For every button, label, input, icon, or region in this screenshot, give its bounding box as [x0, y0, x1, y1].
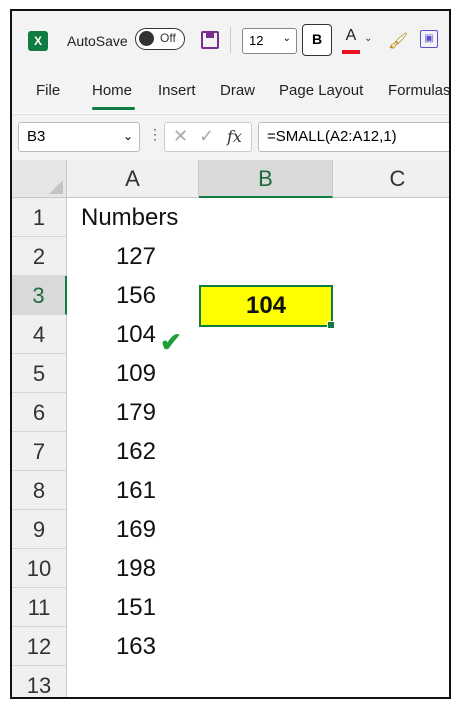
cell-a12[interactable]: 163 — [67, 627, 199, 666]
formula-buttons: ✕ ✓ fx — [164, 122, 252, 152]
row-header[interactable]: 10 — [12, 549, 67, 588]
autosave-label: AutoSave — [67, 33, 128, 49]
cell-a10[interactable]: 198 — [67, 549, 199, 588]
row-header[interactable]: 8 — [12, 471, 67, 510]
formula-bar: B3 ⌄ ⋮ ✕ ✓ fx =SMALL(A2:A12,1) — [12, 114, 449, 160]
font-color-button[interactable]: A — [342, 27, 360, 54]
row-header[interactable]: 1 — [12, 198, 67, 237]
row-header[interactable]: 7 — [12, 432, 67, 471]
bold-button[interactable]: B — [302, 24, 332, 56]
font-size-dropdown[interactable]: 12 ⌄ — [242, 28, 297, 54]
toggle-knob — [139, 31, 154, 46]
name-box[interactable]: B3 ⌄ — [18, 122, 140, 152]
column-header-a[interactable]: A — [67, 160, 199, 198]
column-header-b[interactable]: B — [199, 160, 333, 198]
chevron-down-icon: ⌄ — [282, 33, 291, 44]
check-mark-icon: ✔ — [160, 327, 182, 357]
cell-a7[interactable]: 162 — [67, 432, 199, 471]
row-header[interactable]: 2 — [12, 237, 67, 276]
fill-handle[interactable] — [327, 321, 335, 329]
autosave-state: Off — [160, 31, 176, 45]
cell-a1[interactable]: Numbers — [67, 198, 199, 237]
tab-formulas[interactable]: Formulas — [388, 82, 449, 99]
font-color-bar — [342, 50, 360, 54]
ribbon-tabs: File Home Insert Draw Page Layout Formul… — [12, 71, 449, 113]
row-header[interactable]: 9 — [12, 510, 67, 549]
insert-function-button[interactable]: fx — [227, 127, 242, 146]
quick-access-toolbar: X AutoSave Off 12 ⌄ B A ⌄ 🖌 ▣ — [12, 11, 449, 71]
app-launcher-icon[interactable]: ▣ — [420, 30, 438, 48]
active-tab-indicator — [92, 107, 135, 110]
row-header[interactable]: 11 — [12, 588, 67, 627]
column-header-c[interactable]: C — [333, 160, 449, 198]
autosave-toggle[interactable]: Off — [135, 28, 185, 50]
more-options-icon[interactable]: ⋮ — [148, 126, 162, 143]
cell-a3[interactable]: 156 — [67, 276, 199, 315]
tab-home[interactable]: Home — [92, 82, 132, 99]
formula-input[interactable]: =SMALL(A2:A12,1) — [258, 122, 449, 152]
chevron-down-icon: ⌄ — [122, 129, 133, 143]
row-header[interactable]: 6 — [12, 393, 67, 432]
row-header[interactable]: 5 — [12, 354, 67, 393]
font-size-value: 12 — [249, 33, 264, 48]
cell-b3-value: 104 — [245, 292, 287, 319]
row-header[interactable]: 4 — [12, 315, 67, 354]
excel-logo-icon: X — [28, 31, 48, 51]
save-icon[interactable] — [201, 31, 219, 49]
cell-b3-selected[interactable]: 104 — [199, 285, 335, 329]
select-all-button[interactable] — [12, 160, 67, 198]
cell-a8[interactable]: 161 — [67, 471, 199, 510]
excel-window: X AutoSave Off 12 ⌄ B A ⌄ 🖌 ▣ File Home … — [10, 9, 451, 699]
tab-page-layout[interactable]: Page Layout — [279, 82, 363, 99]
row-header[interactable]: 13 — [12, 666, 67, 697]
chevron-down-icon[interactable]: ⌄ — [364, 33, 372, 44]
cell-a11[interactable]: 151 — [67, 588, 199, 627]
enter-check-icon[interactable]: ✓ — [199, 126, 214, 147]
cell-a6[interactable]: 179 — [67, 393, 199, 432]
tab-file[interactable]: File — [36, 82, 60, 99]
toolbar-divider — [230, 27, 231, 53]
row-header[interactable]: 12 — [12, 627, 67, 666]
format-painter-icon[interactable]: 🖌 — [388, 31, 408, 51]
cancel-icon[interactable]: ✕ — [173, 126, 188, 147]
font-color-letter: A — [345, 27, 357, 44]
name-box-value: B3 — [27, 128, 46, 145]
tab-draw[interactable]: Draw — [220, 82, 255, 99]
tab-insert[interactable]: Insert — [158, 82, 196, 99]
cell-a9[interactable]: 169 — [67, 510, 199, 549]
row-header-selected[interactable]: 3 — [12, 276, 67, 315]
cell-a2[interactable]: 127 — [67, 237, 199, 276]
